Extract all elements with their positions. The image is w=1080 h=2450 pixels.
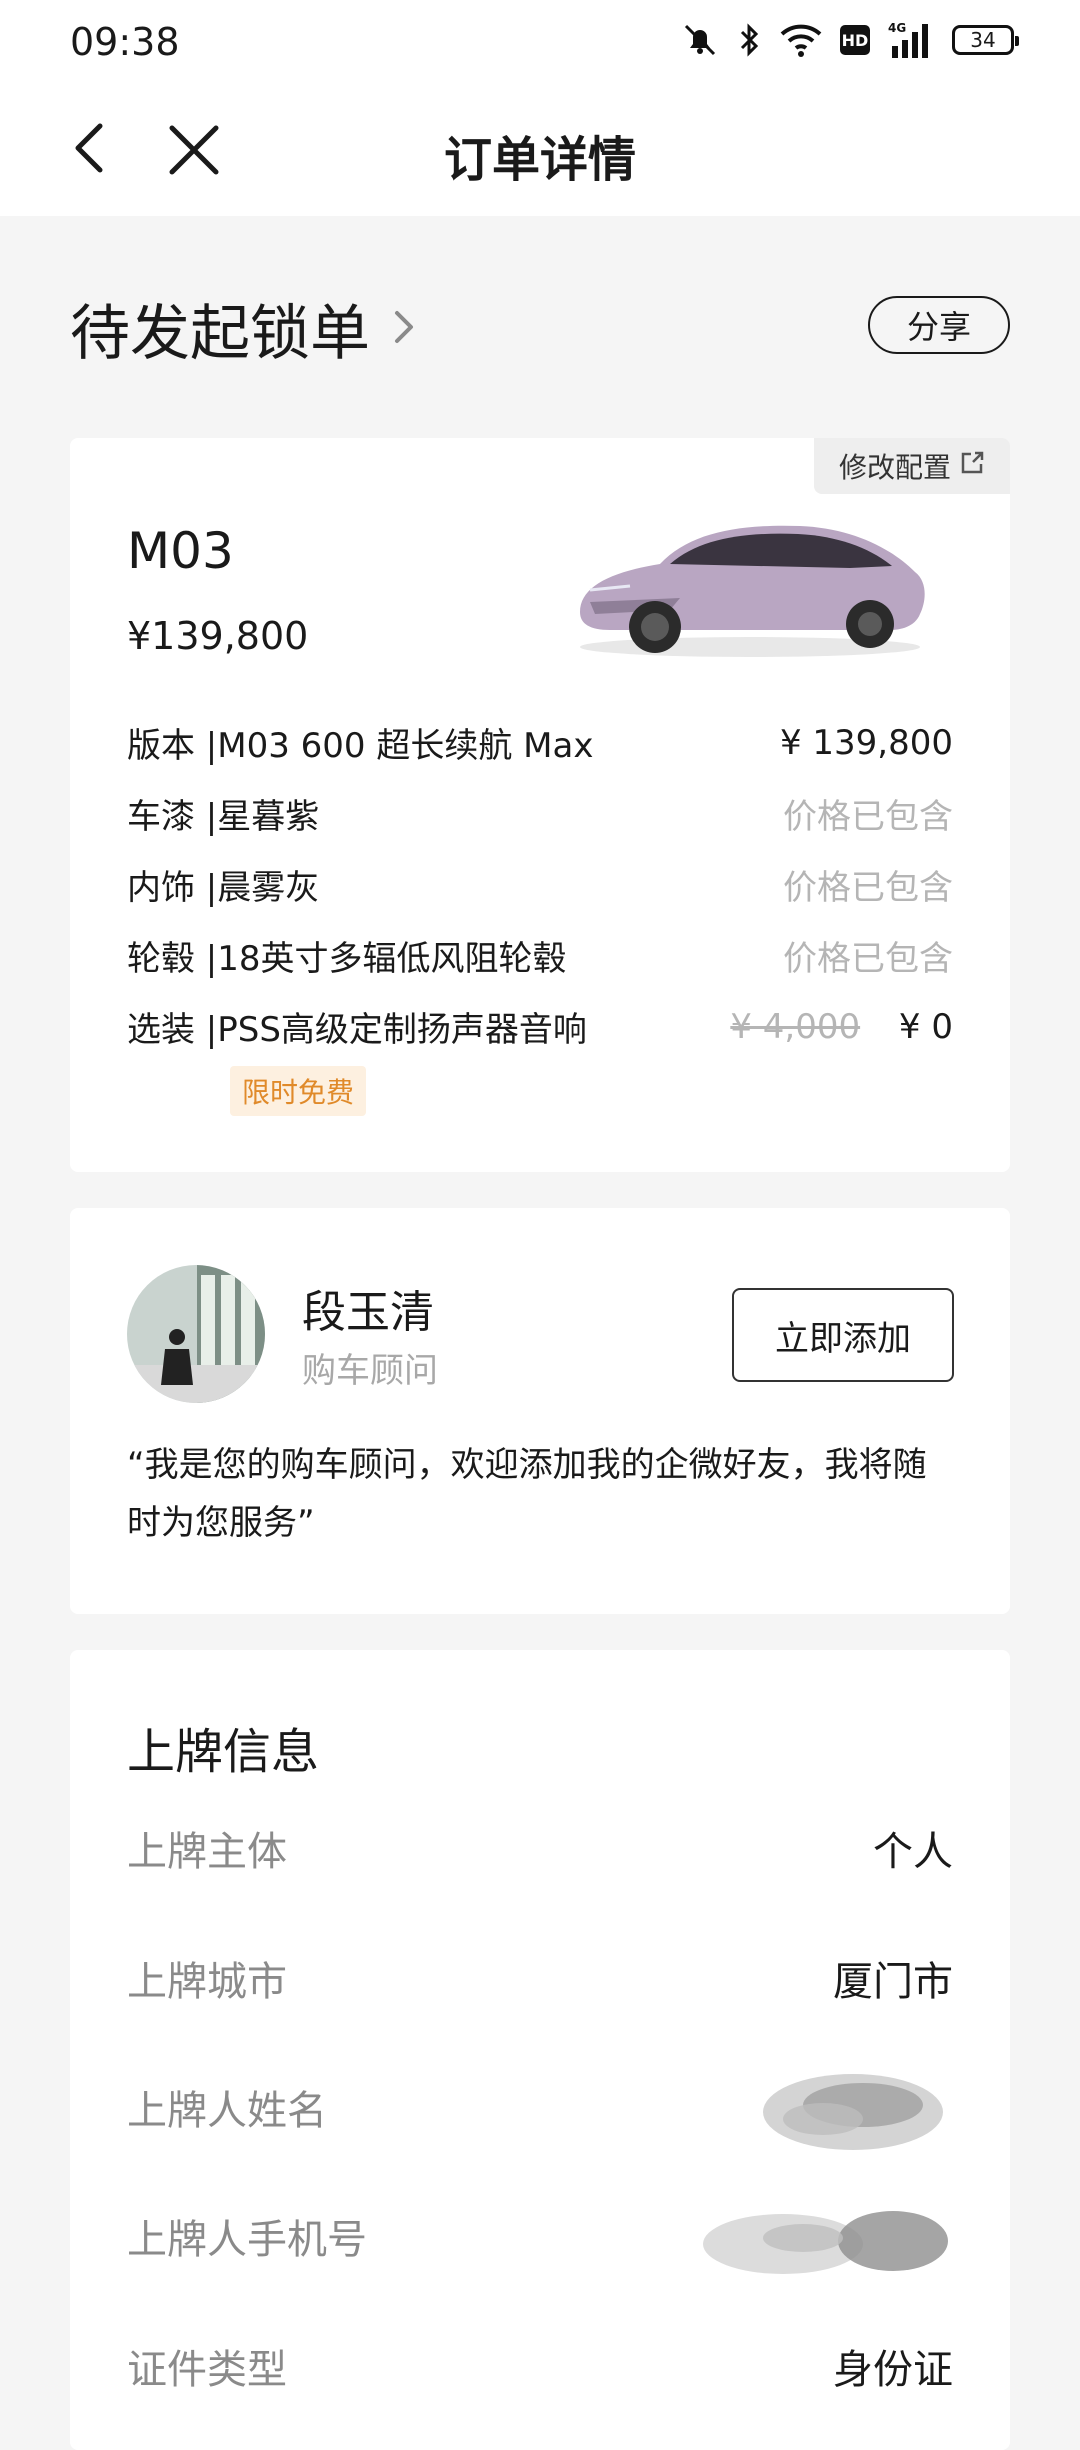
avatar: [127, 1265, 265, 1403]
redacted-phone: [693, 2206, 953, 2274]
wifi-icon: [780, 22, 822, 58]
redacted-name: [753, 2074, 953, 2150]
info-label: 上牌人手机号: [127, 2217, 367, 2263]
modify-config-button[interactable]: 修改配置: [814, 438, 1010, 494]
advisor-quote: “我是您的购车顾问，欢迎添加我的企微好友，我将随时为您服务”: [127, 1445, 927, 1543]
spec-row-version: 版本 | M03 600 超长续航 Max ¥ 139,800: [127, 718, 953, 767]
info-value: 个人: [873, 1829, 953, 1875]
bluetooth-icon: [738, 20, 762, 60]
modify-config-label: 修改配置: [838, 451, 951, 484]
car-model: M03: [127, 522, 234, 580]
external-link-icon: [959, 450, 985, 483]
share-button[interactable]: 分享: [868, 296, 1010, 354]
spec-label: 车漆 |: [127, 797, 218, 837]
info-row-id-type: 证件类型 身份证: [127, 2336, 953, 2396]
chevron-right-icon: [392, 294, 418, 364]
advisor-name: 段玉清: [302, 1287, 434, 1338]
spec-value: M03 600 超长续航 Max: [217, 726, 594, 766]
spec-price: 价格已包含: [783, 868, 953, 908]
battery-icon: 34: [952, 25, 1019, 55]
spec-label: 选装 |: [127, 1010, 218, 1050]
spec-row-interior: 内饰 | 晨雾灰 价格已包含: [127, 860, 953, 909]
info-row-owner-type: 上牌主体 个人: [127, 1818, 953, 1878]
order-status-text: 待发起锁单: [70, 299, 370, 369]
signal-icon: 4G: [888, 20, 934, 60]
spec-label: 内饰 |: [127, 868, 218, 908]
spec-price: 价格已包含: [783, 797, 953, 837]
spec-value: 18英寸多辐低风阻轮毂: [217, 939, 567, 979]
spec-price: 价格已包含: [783, 939, 953, 979]
spec-row-paint: 车漆 | 星暮紫 价格已包含: [127, 789, 953, 838]
status-time: 09:38: [70, 20, 180, 64]
info-label: 上牌城市: [127, 1959, 287, 2005]
spec-row-wheels: 轮毂 | 18英寸多辐低风阻轮毂 价格已包含: [127, 931, 953, 980]
car-price: ¥139,800: [127, 614, 309, 658]
advisor-role: 购车顾问: [302, 1351, 438, 1391]
car-config-card: 修改配置 M03 ¥139,800 版本 | M03 600 超长续航 Max …: [70, 438, 1010, 1172]
spec-row-options: 选装 | PSS高级定制扬声器音响 ¥ 4,000 ¥ 0: [127, 1002, 953, 1051]
hd-icon: HD: [840, 25, 870, 55]
add-advisor-button[interactable]: 立即添加: [732, 1288, 954, 1382]
car-image: [570, 502, 930, 666]
status-bar: 09:38 HD 4G 34: [0, 0, 1080, 82]
status-icons: HD 4G 34: [680, 18, 1019, 62]
spec-value: PSS高级定制扬声器音响: [217, 1010, 587, 1050]
info-value: 厦门市: [833, 1959, 953, 2005]
info-row-phone: 上牌人手机号: [127, 2206, 953, 2274]
spec-label: 版本 |: [127, 726, 218, 766]
page-title: 订单详情: [443, 132, 636, 188]
advisor-card: 段玉清 购车顾问 立即添加 “我是您的购车顾问，欢迎添加我的企微好友，我将随时为…: [70, 1208, 1010, 1614]
plate-info-card: 上牌信息 上牌主体 个人 上牌城市 厦门市 上牌人姓名 上牌人手机号 证件类型: [70, 1650, 1010, 2450]
spec-price: ¥ 139,800: [779, 722, 953, 763]
promo-badge: 限时免费: [230, 1066, 367, 1116]
info-label: 上牌人姓名: [127, 2088, 327, 2134]
mute-icon: [680, 20, 720, 60]
spec-price: ¥ 0: [898, 1006, 953, 1047]
section-title: 上牌信息: [127, 1724, 320, 1780]
original-price: ¥ 4,000: [730, 1006, 861, 1047]
spec-value: 晨雾灰: [217, 868, 320, 908]
nav-bar: 订单详情: [0, 82, 1080, 216]
info-value: 身份证: [833, 2347, 953, 2393]
spec-label: 轮毂 |: [127, 939, 218, 979]
info-label: 证件类型: [127, 2347, 287, 2393]
info-row-city: 上牌城市 厦门市: [127, 1948, 953, 2008]
order-status-link[interactable]: 待发起锁单: [70, 285, 418, 372]
svg-text:4G: 4G: [888, 21, 906, 35]
spec-value: 星暮紫: [217, 797, 320, 837]
info-row-name: 上牌人姓名: [127, 2074, 953, 2150]
info-label: 上牌主体: [127, 1829, 287, 1875]
